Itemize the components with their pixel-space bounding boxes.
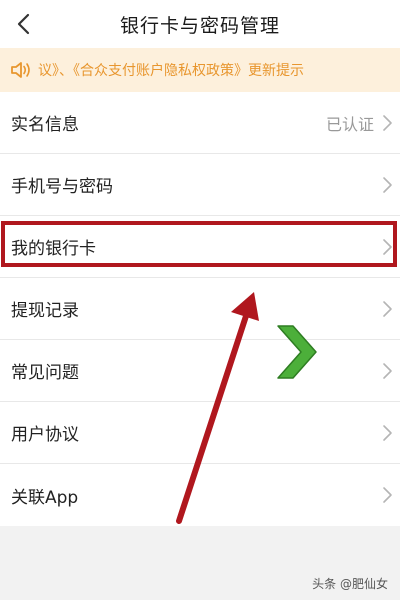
back-button[interactable] bbox=[6, 6, 42, 42]
menu-item-label: 用户协议 bbox=[11, 425, 79, 445]
menu-item-label: 提现记录 bbox=[11, 301, 79, 321]
menu-item-linked-app[interactable]: 关联App bbox=[0, 464, 400, 526]
chevron-right-icon bbox=[383, 487, 392, 503]
chevron-right-icon bbox=[383, 238, 392, 255]
chevron-left-icon bbox=[17, 13, 30, 35]
notice-banner[interactable]: 议》、《合众支付账户隐私权政策》更新提示 bbox=[0, 48, 400, 92]
chevron-right-icon bbox=[383, 362, 392, 379]
verification-status: 已认证 bbox=[325, 114, 374, 134]
menu-item-label: 实名信息 bbox=[11, 115, 79, 135]
menu-list: 实名信息 已认证 手机号与密码 我的银行卡 提现记录 常见问题 用户协议 关联A… bbox=[0, 92, 400, 526]
notice-text: 议》、《合众支付账户隐私权政策》更新提示 bbox=[38, 63, 304, 79]
menu-item-faq[interactable]: 常见问题 bbox=[0, 340, 400, 402]
header-bar: 银行卡与密码管理 bbox=[0, 0, 400, 48]
page-title: 银行卡与密码管理 bbox=[119, 14, 280, 37]
menu-item-label: 我的银行卡 bbox=[11, 239, 96, 259]
menu-item-label: 关联App bbox=[11, 487, 79, 508]
menu-item-withdrawal-records[interactable]: 提现记录 bbox=[0, 278, 400, 340]
chevron-right-icon bbox=[383, 176, 392, 193]
menu-item-label: 常见问题 bbox=[11, 363, 79, 383]
menu-item-phone-password[interactable]: 手机号与密码 bbox=[0, 154, 400, 216]
menu-item-label: 手机号与密码 bbox=[11, 177, 113, 197]
menu-item-user-agreement[interactable]: 用户协议 bbox=[0, 402, 400, 464]
watermark: 头条 @肥仙女 bbox=[312, 575, 388, 592]
speaker-icon bbox=[10, 59, 32, 81]
chevron-right-icon bbox=[383, 300, 392, 317]
watermark-text: 头条 @肥仙女 bbox=[312, 577, 388, 591]
menu-item-my-bank-card[interactable]: 我的银行卡 bbox=[0, 216, 400, 278]
menu-item-real-name[interactable]: 实名信息 已认证 bbox=[0, 92, 400, 154]
chevron-right-icon bbox=[383, 114, 392, 131]
chevron-right-icon bbox=[383, 424, 392, 441]
